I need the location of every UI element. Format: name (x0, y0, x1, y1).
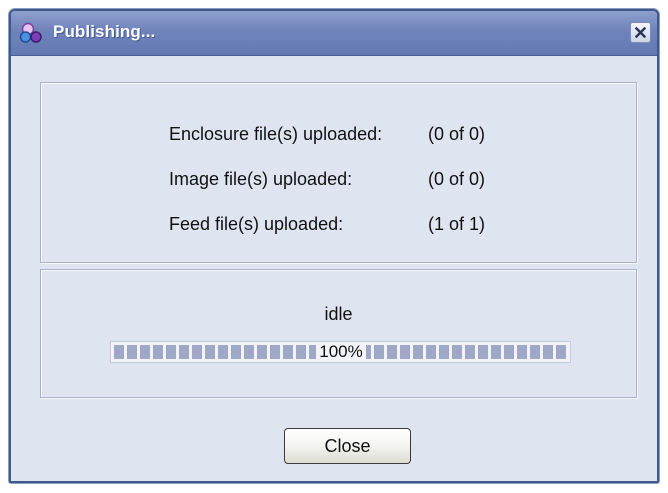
progress-bar: 100% (110, 341, 571, 363)
progress-percent-label: 100% (316, 342, 366, 362)
window-title: Publishing... (53, 22, 156, 41)
progress-segment (543, 345, 553, 359)
progress-segment (270, 345, 280, 359)
progress-panel: idle 100% (40, 269, 637, 398)
progress-segment (517, 345, 527, 359)
close-icon[interactable] (630, 22, 651, 43)
progress-segment (556, 345, 566, 359)
feed-files-count: (1 of 1) (428, 214, 486, 234)
progress-segment (140, 345, 150, 359)
close-button[interactable]: Close (284, 428, 411, 464)
progress-segment (387, 345, 397, 359)
progress-segment (244, 345, 254, 359)
progress-segment (127, 345, 137, 359)
progress-segment (465, 345, 475, 359)
progress-segment (179, 345, 189, 359)
title-bar[interactable]: Publishing... (11, 11, 657, 56)
image-files-count: (0 of 0) (428, 169, 486, 189)
publish-app-icon (19, 21, 45, 45)
progress-segment (413, 345, 423, 359)
progress-segment (400, 345, 410, 359)
publishing-dialog: Publishing... Enclosure file(s) uploaded… (9, 9, 659, 483)
progress-segment (192, 345, 202, 359)
progress-segment (452, 345, 462, 359)
progress-segment (504, 345, 514, 359)
progress-segment (491, 345, 501, 359)
progress-segment (296, 345, 306, 359)
enclosure-files-count: (0 of 0) (428, 124, 486, 144)
progress-segment (231, 345, 241, 359)
progress-segment (439, 345, 449, 359)
progress-segment (478, 345, 488, 359)
progress-segment (114, 345, 124, 359)
progress-segment (205, 345, 215, 359)
progress-segment (166, 345, 176, 359)
image-files-label: Image file(s) uploaded: (169, 169, 353, 189)
progress-segment (153, 345, 163, 359)
progress-segment (283, 345, 293, 359)
upload-summary-panel: Enclosure file(s) uploaded: (0 of 0) Ima… (40, 82, 637, 263)
progress-segment (530, 345, 540, 359)
feed-files-label: Feed file(s) uploaded: (169, 214, 344, 234)
progress-segment (218, 345, 228, 359)
enclosure-files-label: Enclosure file(s) uploaded: (169, 124, 383, 144)
status-text: idle (324, 304, 353, 324)
progress-segment (257, 345, 267, 359)
progress-segment (374, 345, 384, 359)
progress-segment (426, 345, 436, 359)
